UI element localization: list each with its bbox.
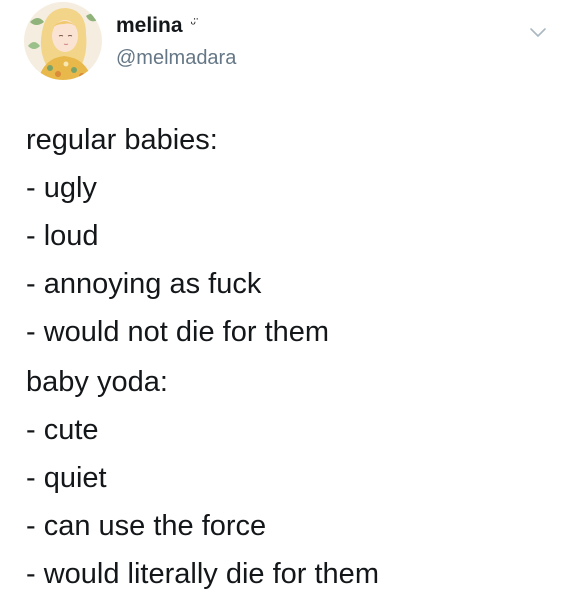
list-item: - can use the force <box>26 510 267 542</box>
list-item: - loud <box>26 220 99 252</box>
tweet: melina ᵕ̈ @melmadara regular babies: - u… <box>0 0 570 600</box>
list-heading: regular babies: <box>26 124 218 156</box>
display-name[interactable]: melina <box>116 14 183 38</box>
list-item: - cute <box>26 414 99 446</box>
list-item: - would literally die for them <box>26 558 379 590</box>
list-heading: baby yoda: <box>26 366 168 398</box>
chevron-down-icon <box>530 28 546 37</box>
author-name-row: melina ᵕ̈ <box>116 14 196 38</box>
tweet-text: regular babies: - ugly - loud - annoying… <box>26 116 556 598</box>
paragraph-baby-yoda: baby yoda: - cute - quiet - can use the … <box>26 358 556 598</box>
profile-illustration-icon <box>24 2 102 80</box>
list-item: - would not die for them <box>26 316 330 348</box>
tweet-menu-button[interactable] <box>526 20 550 44</box>
name-emoji: ᵕ̈ <box>190 15 196 31</box>
avatar[interactable] <box>24 2 102 80</box>
list-item: - ugly <box>26 172 97 204</box>
list-item: - annoying as fuck <box>26 268 262 300</box>
paragraph-regular-babies: regular babies: - ugly - loud - annoying… <box>26 116 556 356</box>
author-handle[interactable]: @melmadara <box>116 46 236 70</box>
list-item: - quiet <box>26 462 107 494</box>
